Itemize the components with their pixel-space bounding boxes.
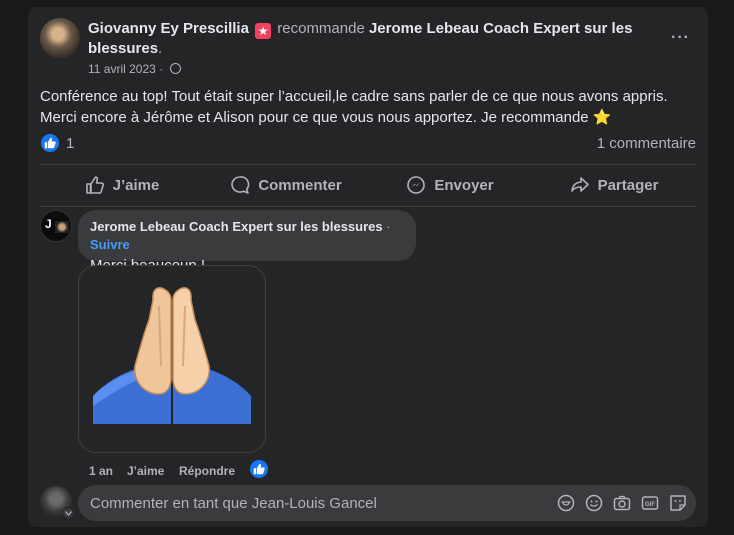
comment-like-reaction-icon[interactable] [250, 460, 268, 478]
post-meta: 11 avril 2023 · [88, 62, 181, 76]
gif-icon[interactable]: GIF [640, 493, 660, 513]
send-button[interactable]: Envoyer [368, 167, 532, 203]
comment-reply-button[interactable]: Répondre [179, 464, 235, 478]
reactions-bar: 1 1 commentaire [40, 133, 696, 155]
star-emoji: ⭐ [592, 109, 612, 126]
follow-button[interactable]: Suivre [90, 237, 130, 252]
praying-hands-emoji [93, 287, 251, 424]
send-label: Envoyer [434, 176, 494, 194]
divider [40, 164, 696, 165]
emoji-icon[interactable] [584, 493, 604, 513]
post-text-line-1: Conférence au top! Tout était super l’ac… [40, 88, 668, 105]
camera-icon[interactable] [612, 493, 632, 513]
comment-icon [231, 176, 250, 194]
comment-count[interactable]: 1 commentaire [597, 135, 696, 152]
like-button[interactable]: J’aime [40, 167, 204, 203]
avatar-letter: J [45, 217, 52, 231]
comment-like-button[interactable]: J’aime [127, 464, 164, 478]
comment-age[interactable]: 1 an [89, 464, 113, 478]
post-text-line-2-content: Merci encore à Jérôme et Alison pour ce … [40, 109, 593, 126]
post-author-name[interactable]: Giovanny Ey Prescillia [88, 20, 249, 37]
recommend-verb: recommande [273, 20, 369, 37]
share-icon [570, 177, 589, 192]
post-author-avatar[interactable] [40, 18, 80, 58]
comment-label: Commenter [258, 176, 342, 194]
comment-author-avatar[interactable]: J [40, 210, 72, 242]
composer-icons: GIF [556, 493, 688, 513]
comment-dot: · [382, 219, 391, 234]
post-header: Giovanny Ey Prescillia ★ recommande Jero… [88, 19, 648, 59]
messenger-icon [407, 176, 426, 194]
date-separator: · [155, 62, 167, 76]
more-icon[interactable]: ··· [671, 29, 690, 47]
comment-author-name[interactable]: Jerome Lebeau Coach Expert sur les bless… [90, 219, 383, 234]
comment-input-placeholder: Commenter en tant que Jean-Louis Gancel [90, 495, 377, 512]
comment-button[interactable]: Commenter [204, 167, 368, 203]
globe-icon [169, 63, 181, 74]
thumbs-up-icon [85, 176, 104, 194]
post-actions: J’aime Commenter Envoyer Partager [40, 167, 696, 203]
like-reaction-icon[interactable] [41, 134, 59, 152]
recommendation-icon: ★ [255, 23, 272, 39]
comment-image[interactable] [78, 265, 266, 453]
divider [40, 206, 696, 207]
post-body: Conférence au top! Tout était super l’ac… [40, 86, 690, 128]
post-text-line-2: Merci encore à Jérôme et Alison pour ce … [40, 107, 690, 128]
share-label: Partager [597, 176, 659, 194]
svg-text:GIF: GIF [645, 502, 655, 508]
like-label: J’aime [112, 176, 160, 194]
avatar-photo [55, 221, 69, 233]
header-period: . [158, 40, 163, 57]
sticker-icon[interactable] [668, 493, 688, 513]
comment-input[interactable]: Commenter en tant que Jean-Louis Gancel … [78, 485, 696, 521]
share-button[interactable]: Partager [532, 167, 696, 203]
avatar-sticker-icon[interactable] [556, 493, 576, 513]
comment-bubble: Jerome Lebeau Coach Expert sur les bless… [78, 210, 416, 274]
chevron-down-icon[interactable] [62, 507, 74, 519]
post-card: Giovanny Ey Prescillia ★ recommande Jero… [28, 7, 708, 527]
post-date[interactable]: 11 avril 2023 [88, 62, 156, 76]
like-count[interactable]: 1 [66, 135, 74, 152]
